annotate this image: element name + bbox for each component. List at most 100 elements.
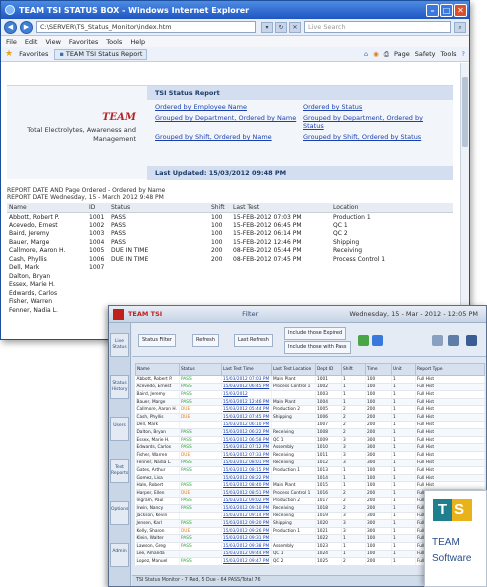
save-icon[interactable] <box>466 335 477 346</box>
link-dept-name[interactable]: Grouped by Department, Ordered by Name <box>155 114 297 130</box>
grid-row[interactable]: Abbott, Robert P. PASS 15/03/2012 07:03 PM… <box>135 375 485 384</box>
menu-help[interactable]: Help <box>130 38 145 46</box>
link-dept-status[interactable]: Grouped by Department, Ordered by Status <box>303 114 445 130</box>
grid-cell-time[interactable]: 15/03/2012 09:47 PM <box>221 557 272 566</box>
vertical-scrollbar[interactable] <box>460 63 469 339</box>
grid-cell-time[interactable]: 15/03/2012 07:45 PM <box>221 413 272 422</box>
dropdown-icon[interactable]: ▾ <box>261 21 273 33</box>
grid-cell-time[interactable]: 15/03/2012 12:46 PM <box>221 398 272 407</box>
grid-col-last-test-time[interactable]: Last Test Time <box>221 363 272 376</box>
forward-icon[interactable]: ▶ <box>20 20 33 34</box>
help-icon[interactable]: ? <box>462 50 465 58</box>
refresh-button[interactable]: Refresh <box>192 334 219 347</box>
menu-edit[interactable]: Edit <box>25 38 38 46</box>
grid-cell-time[interactable]: 15/03/2012 09:14 PM <box>221 512 272 521</box>
minimize-button[interactable]: – <box>426 3 439 17</box>
sidebar-admin[interactable]: Admin <box>110 543 129 567</box>
browser-tab[interactable]: ▪ TEAM TSI Status Report <box>54 48 148 60</box>
grid-row[interactable]: Essex, Marie H. PASS 15/03/2012 06:58 PM QC… <box>135 436 485 445</box>
col-location[interactable]: Location <box>331 203 453 213</box>
col-status[interactable]: Status <box>109 203 209 213</box>
sidebar-live-status[interactable]: Live Status <box>110 333 129 357</box>
print-preview-icon[interactable] <box>432 335 443 346</box>
search-input[interactable]: Live Search <box>304 21 451 33</box>
grid-cell-time[interactable]: 15/03/2012 09:44 PM <box>221 550 272 559</box>
grid-cell-time[interactable]: 15/03/2012 08:40 PM <box>221 481 272 490</box>
col-last-test[interactable]: Last Test <box>231 203 331 213</box>
menu-view[interactable]: View <box>45 38 60 46</box>
grid-cell-time[interactable]: 15/03/2012 09:26 PM <box>221 527 272 536</box>
grid-cell-time[interactable]: 15/03/2012 09:38 PM <box>221 542 272 551</box>
grid-col-report-type[interactable]: Report Type <box>415 363 485 376</box>
grid-cell-time[interactable]: 15/03/2012 07:33 PM <box>221 451 272 460</box>
print-icon[interactable] <box>448 335 459 346</box>
sidebar-options[interactable]: Options <box>110 501 129 525</box>
link-order-name[interactable]: Ordered by Employee Name <box>155 103 297 111</box>
link-order-status[interactable]: Ordered by Status <box>303 103 445 111</box>
grid-row[interactable]: Fenner, Nadia L. PASS 15/03/2012 08:01 PM R… <box>135 459 485 468</box>
safety-menu[interactable]: Safety <box>415 50 436 58</box>
grid-row[interactable]: Cash, Phyllis DUE 15/03/2012 07:45 PM Shipp… <box>135 413 485 422</box>
grid-col-shift[interactable]: Shift <box>341 363 366 376</box>
grid-row[interactable]: Edwards, Carlos PASS 15/03/2012 07:12 PM As… <box>135 443 485 452</box>
grid-cell-time[interactable]: 15/03/2012 <box>221 390 272 399</box>
include-pass-checkbox[interactable]: Include those with Pass <box>284 341 351 354</box>
refresh-icon[interactable]: ↻ <box>275 21 287 33</box>
favorites-star-icon[interactable]: ★ <box>5 49 13 59</box>
sidebar-test-reports[interactable]: Test Reports <box>110 459 129 483</box>
sidebar-users[interactable]: Users <box>110 417 129 441</box>
grid-row[interactable]: Hale, Robert PASS 15/03/2012 08:40 PM Main … <box>135 481 485 490</box>
grid-cell-time[interactable]: 15/03/2012 06:45 PM <box>221 383 272 392</box>
grid-cell-time[interactable]: 15/03/2012 09:02 PM <box>221 497 272 506</box>
grid-col-name[interactable]: Name <box>135 363 180 376</box>
grid-row[interactable]: Callmore, Aaron H. DUE 15/03/2012 05:44 PM… <box>135 405 485 414</box>
grid-cell-time[interactable]: 15/03/2012 09:20 PM <box>221 519 272 528</box>
back-icon[interactable]: ◀ <box>4 20 17 34</box>
grid-cell-time[interactable]: 15/03/2012 07:03 PM <box>221 375 272 384</box>
grid-cell-time[interactable]: 15/03/2012 08:01 PM <box>221 459 272 468</box>
url-input[interactable]: C:\SERVER\TS_Status_Monitor\index.htm <box>36 21 256 33</box>
print-icon[interactable]: ⎙ <box>384 50 389 59</box>
close-button[interactable]: ✕ <box>454 3 467 17</box>
col-name[interactable]: Name <box>7 203 87 213</box>
grid-row[interactable]: Dell, Mark 15/03/2012 06:10 PM 1007 2 200 1 Fu… <box>135 421 485 430</box>
page-menu[interactable]: Page <box>394 50 410 58</box>
grid-col-time[interactable]: Time <box>365 363 392 376</box>
menu-favorites[interactable]: Favorites <box>69 38 98 46</box>
grid-cell-time[interactable]: 15/03/2012 08:15 PM <box>221 466 272 475</box>
col-shift[interactable]: Shift <box>209 203 231 213</box>
grid-cell-time[interactable]: 15/03/2012 08:22 PM <box>221 474 272 483</box>
grid-cell-time[interactable]: 15/03/2012 09:10 PM <box>221 504 272 513</box>
export-icon[interactable] <box>358 335 369 346</box>
search-icon[interactable]: ⌕ <box>454 21 466 33</box>
grid-cell-time[interactable]: 15/03/2012 07:12 PM <box>221 443 272 452</box>
grid-col-unit[interactable]: Unit <box>391 363 416 376</box>
scrollbar-thumb[interactable] <box>462 77 468 147</box>
grid-row[interactable]: Acevedo, Ernest PASS 15/03/2012 06:45 PM Pr… <box>135 383 485 392</box>
col-id[interactable]: ID <box>87 203 109 213</box>
grid-cell-time[interactable]: 15/03/2012 06:10 PM <box>221 421 272 430</box>
maximize-button[interactable]: □ <box>440 3 453 17</box>
grid-row[interactable]: Dalton, Bryan PASS 15/03/2012 06:22 PM Rece… <box>135 428 485 437</box>
link-shift-name[interactable]: Grouped by Shift, Ordered by Name <box>155 133 297 141</box>
grid-row[interactable]: Baird, Jeremy PASS 15/03/2012 1003 1 100 1 Full… <box>135 390 485 399</box>
grid-col-status[interactable]: Status <box>179 363 222 376</box>
grid-row[interactable]: Gomez, Lisa 15/03/2012 08:22 PM 1014 1 100 1 F… <box>135 474 485 483</box>
grid-row[interactable]: Bauer, Marge PASS 15/03/2012 12:46 PM Main … <box>135 398 485 407</box>
stop-icon[interactable]: ✕ <box>289 21 301 33</box>
include-expired-checkbox[interactable]: Include those Expired <box>284 327 347 340</box>
grid-row[interactable]: Gates, Arthur PASS 15/03/2012 08:15 PM Prod… <box>135 466 485 475</box>
menu-file[interactable]: File <box>6 38 17 46</box>
grid-cell-time[interactable]: 15/03/2012 06:22 PM <box>221 428 272 437</box>
last-refresh-button[interactable]: Last Refresh <box>234 334 273 347</box>
menu-tools[interactable]: Tools <box>106 38 122 46</box>
grid-cell-time[interactable]: 15/03/2012 09:31 PM <box>221 534 272 544</box>
grid-cell-time[interactable]: 15/03/2012 05:44 PM <box>221 405 272 414</box>
home-icon[interactable]: ⌂ <box>364 50 368 58</box>
tools-menu[interactable]: Tools <box>441 50 457 58</box>
grid-col-last-test-location[interactable]: Last Test Location <box>271 363 316 376</box>
link-shift-status[interactable]: Grouped by Shift, Ordered by Status <box>303 133 445 141</box>
sidebar-status-history[interactable]: Status History <box>110 375 129 399</box>
status-filter-button[interactable]: Status Filter <box>138 334 176 347</box>
grid-col-dept-id[interactable]: Dept ID <box>315 363 342 376</box>
